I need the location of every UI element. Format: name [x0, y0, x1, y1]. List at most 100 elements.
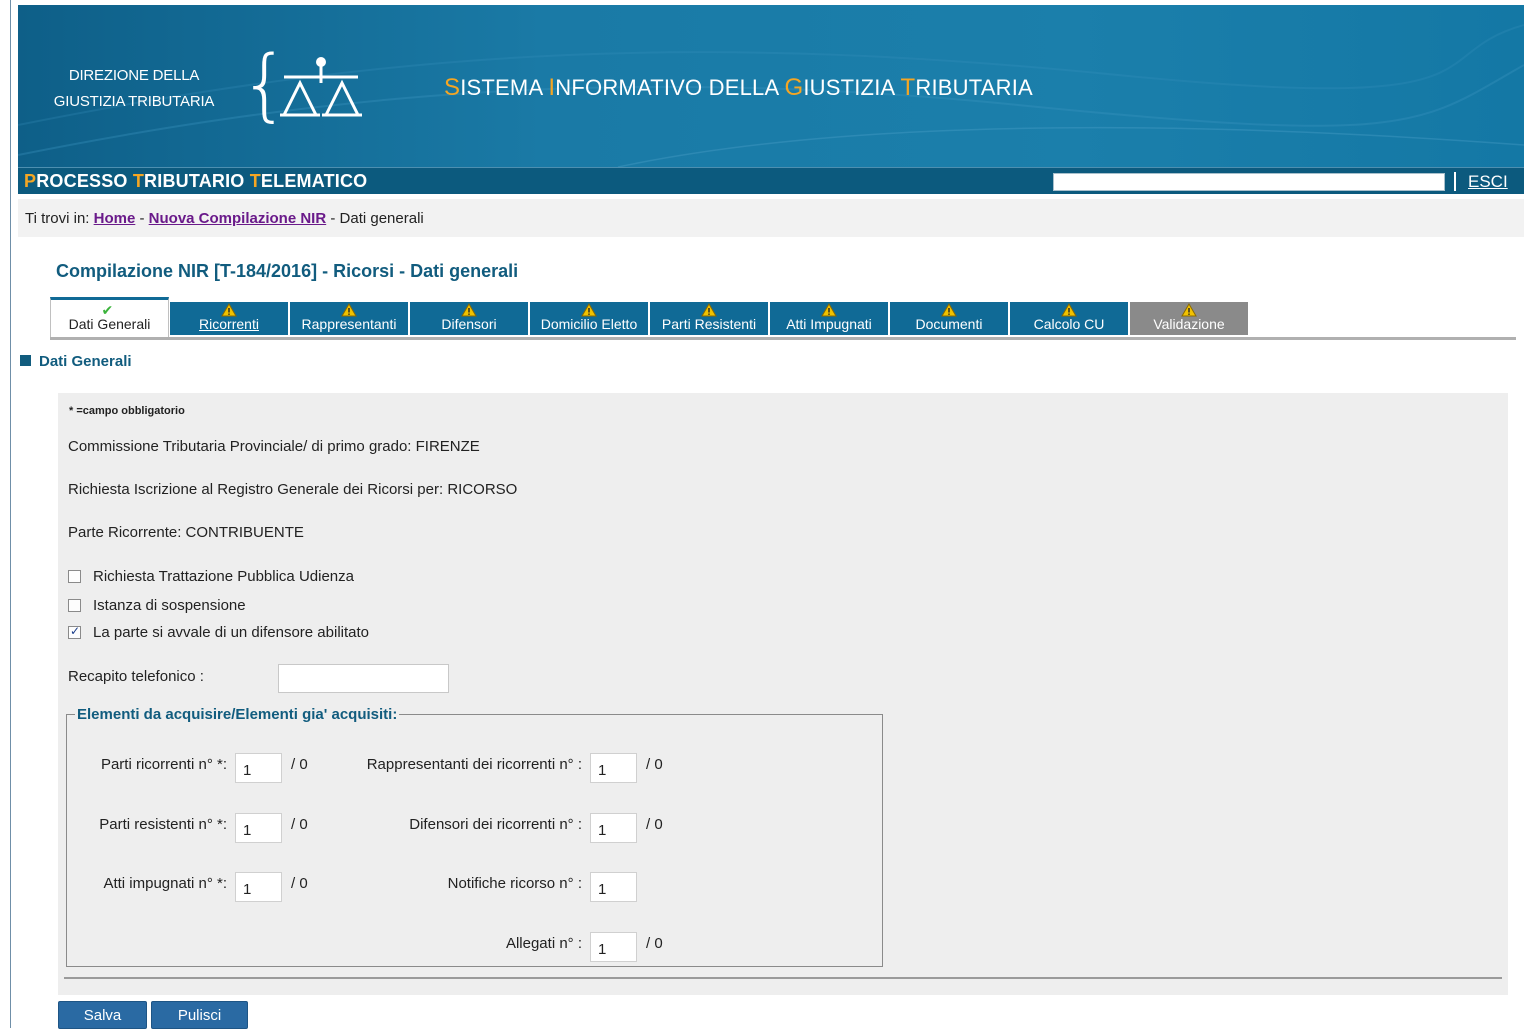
- title-cap: G: [784, 74, 804, 101]
- title-word: ISTEMA: [460, 75, 549, 100]
- tab-label: Documenti: [915, 316, 983, 332]
- tab-difensori[interactable]: Difensori: [410, 302, 529, 335]
- tab-domicilio-eletto[interactable]: Domicilio Eletto: [530, 302, 649, 335]
- warning-icon: [1061, 303, 1077, 317]
- org-line2: GIUSTIZIA TRIBUTARIA: [53, 93, 215, 110]
- breadcrumb-home-link[interactable]: Home: [94, 210, 136, 227]
- breadcrumb-nuova-link[interactable]: Nuova Compilazione NIR: [149, 210, 327, 227]
- tab-ricorrenti[interactable]: Ricorrenti: [170, 302, 289, 335]
- app-bar-cap: P: [24, 171, 37, 191]
- app-bar-word: ROCESSO: [36, 171, 133, 191]
- section-title: Dati Generali: [20, 353, 132, 370]
- pubblica-udienza-checkbox[interactable]: [68, 570, 81, 583]
- checkbox-label: La parte si avvale di un difensore abili…: [93, 624, 370, 641]
- title-cap: T: [900, 74, 916, 101]
- header-separator: [1454, 172, 1456, 191]
- tab-atti-impugnati[interactable]: Atti Impugnati: [770, 302, 889, 335]
- tab-documenti[interactable]: Documenti: [890, 302, 1009, 335]
- form-panel: * =campo obbligatorio Commissione Tribut…: [58, 393, 1508, 995]
- atti-impugnati-input[interactable]: 1: [235, 872, 282, 902]
- warning-icon: [701, 303, 717, 317]
- title-word: NFORMATIVO DELLA: [555, 75, 785, 100]
- tab-rappresentanti[interactable]: Rappresentanti: [290, 302, 409, 335]
- breadcrumb-separator: -: [139, 210, 145, 227]
- org-line1: DIREZIONE DELLA: [68, 67, 200, 84]
- phone-input[interactable]: [278, 664, 449, 693]
- commissione-text: Commissione Tributaria Provinciale/ di p…: [68, 438, 480, 455]
- required-note: * =campo obbligatorio: [69, 405, 185, 417]
- breadcrumb-bar: Ti trovi in: Home - Nuova Compilazione N…: [18, 199, 1524, 237]
- sospensione-checkbox[interactable]: [68, 599, 81, 612]
- rappresentanti-acquired: / 0: [646, 756, 663, 773]
- app-bar-word: ELEMATICO: [260, 171, 368, 191]
- tab-label: Dati Generali: [68, 316, 151, 332]
- difensori-acquired: / 0: [646, 816, 663, 833]
- checkbox-label: Istanza di sospensione: [93, 597, 246, 614]
- atti-impugnati-label: Atti impugnati n° *:: [103, 875, 227, 892]
- app-bar-cap: T: [132, 171, 145, 191]
- left-border: [10, 0, 11, 1028]
- header-search-input[interactable]: [1053, 173, 1445, 191]
- checkbox-row-sospensione: Istanza di sospensione: [68, 597, 246, 614]
- parti-ricorrenti-acquired: / 0: [291, 756, 308, 773]
- breadcrumb-prefix: Ti trovi in:: [25, 210, 90, 227]
- save-button[interactable]: Salva: [58, 1001, 147, 1029]
- title-cap: S: [444, 74, 461, 101]
- parti-ricorrenti-input[interactable]: 1: [235, 753, 282, 783]
- tab-label: Ricorrenti: [199, 316, 259, 332]
- org-name: DIREZIONE DELLA GIUSTIZIA TRIBUTARIA: [49, 63, 219, 115]
- app-bar: PROCESSO TRIBUTARIO TELEMATICO ESCI: [18, 167, 1524, 194]
- page: DIREZIONE DELLA GIUSTIZIA TRIBUTARIA { S…: [0, 0, 1524, 1029]
- difensori-label: Difensori dei ricorrenti n° :: [409, 816, 582, 833]
- clear-button[interactable]: Pulisci: [151, 1001, 248, 1029]
- parte-ricorrente-text: Parte Ricorrente: CONTRIBUENTE: [68, 524, 304, 541]
- rappresentanti-input[interactable]: 1: [590, 753, 637, 783]
- title-word: IUSTIZIA: [803, 75, 901, 100]
- app-bar-cap: T: [249, 171, 261, 191]
- exit-link[interactable]: ESCI: [1468, 172, 1508, 192]
- checkbox-row-difensore: La parte si avvale di un difensore abili…: [68, 624, 369, 641]
- checkbox-row-pubblica-udienza: Richiesta Trattazione Pubblica Udienza: [68, 568, 354, 585]
- warning-icon: [341, 303, 357, 317]
- warning-icon: [221, 303, 237, 317]
- scales-of-justice-icon: [280, 57, 362, 117]
- allegati-input[interactable]: 1: [590, 932, 637, 962]
- parti-ricorrenti-label: Parti ricorrenti n° *:: [100, 756, 227, 773]
- page-title: Compilazione NIR [T-184/2016] - Ricorsi …: [56, 261, 519, 281]
- panel-divider: [64, 977, 1502, 979]
- difensori-input[interactable]: 1: [590, 813, 637, 843]
- notifiche-label: Notifiche ricorso n° :: [447, 875, 582, 892]
- app-bar-word: RIBUTARIO: [144, 171, 250, 191]
- tab-calcolo-cu[interactable]: Calcolo CU: [1010, 302, 1129, 335]
- notifiche-input[interactable]: 1: [590, 872, 637, 902]
- warning-icon: [581, 303, 597, 317]
- tab-bar: ✔ Dati Generali Ricorrenti Rappresentant…: [50, 297, 1520, 341]
- parti-resistenti-input[interactable]: 1: [235, 813, 282, 843]
- tab-label: Difensori: [441, 316, 497, 332]
- allegati-acquired: / 0: [646, 935, 663, 952]
- tab-label: Rappresentanti: [301, 316, 397, 332]
- checkbox-label: Richiesta Trattazione Pubblica Udienza: [93, 568, 354, 585]
- app-header: DIREZIONE DELLA GIUSTIZIA TRIBUTARIA { S…: [18, 5, 1524, 167]
- breadcrumb-current: Dati generali: [339, 210, 424, 227]
- allegati-label: Allegati n° :: [505, 935, 582, 952]
- warning-icon: [1181, 303, 1197, 317]
- tab-label: Validazione: [1153, 316, 1225, 332]
- section-title-text: Dati Generali: [39, 353, 132, 370]
- tab-dati-generali[interactable]: ✔ Dati Generali: [50, 297, 169, 338]
- tab-parti-resistenti[interactable]: Parti Resistenti: [650, 302, 769, 335]
- atti-impugnati-acquired: / 0: [291, 875, 308, 892]
- difensore-abilitato-checkbox[interactable]: [68, 624, 81, 639]
- elements-fieldset: Elementi da acquisire/Elementi gia' acqu…: [66, 706, 883, 967]
- tab-bar-underline: [50, 337, 1516, 340]
- breadcrumb: Ti trovi in: Home - Nuova Compilazione N…: [25, 210, 424, 227]
- tab-label: Atti Impugnati: [786, 316, 872, 332]
- section-square-icon: [20, 355, 31, 366]
- warning-icon: [821, 303, 837, 317]
- rappresentanti-label: Rappresentanti dei ricorrenti n° :: [366, 756, 582, 773]
- title-word: RIBUTARIA: [915, 75, 1033, 100]
- tab-validazione[interactable]: Validazione: [1130, 302, 1249, 335]
- parti-resistenti-label: Parti resistenti n° *:: [99, 816, 227, 833]
- app-bar-title: PROCESSO TRIBUTARIO TELEMATICO: [24, 171, 367, 192]
- richiesta-text: Richiesta Iscrizione al Registro General…: [68, 481, 518, 498]
